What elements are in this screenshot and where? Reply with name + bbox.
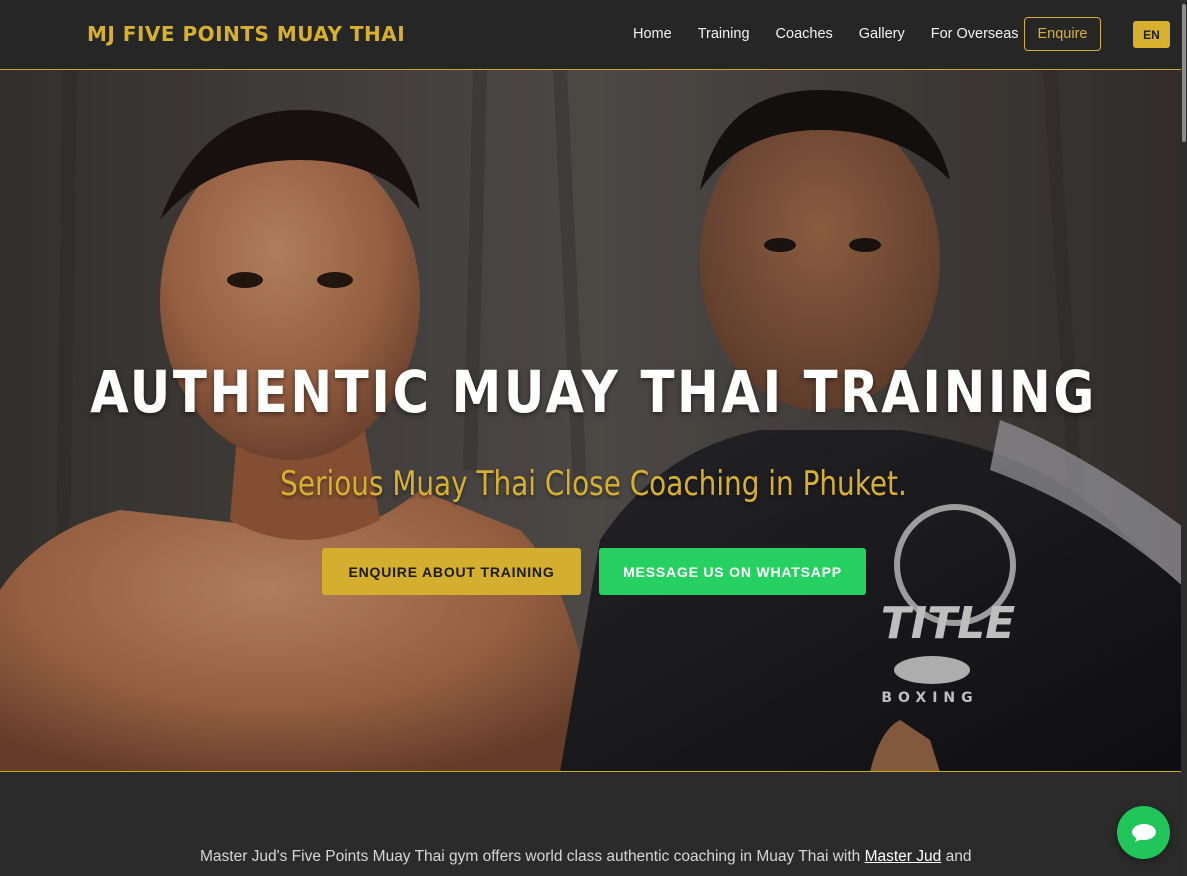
enquire-training-button[interactable]: ENQUIRE ABOUT TRAINING (322, 548, 581, 595)
nav-home-link[interactable]: Home (633, 26, 672, 42)
nav-coaches-link[interactable]: Coaches (776, 26, 833, 42)
nav-training-link[interactable]: Training (698, 26, 750, 42)
nav-gallery-link[interactable]: Gallery (859, 26, 905, 42)
nav-overseas-link[interactable]: For Overseas (931, 26, 1019, 42)
hero-title: AUTHENTIC MUAY THAI TRAINING (90, 358, 1097, 426)
main-nav-links: Home Training Coaches Gallery For Overse… (633, 26, 1045, 42)
chat-widget-button[interactable] (1117, 806, 1170, 859)
top-navigation-bar: MJ FIVE POINTS MUAY THAI Home Training C… (0, 0, 1187, 70)
intro-text-after: and (941, 848, 972, 865)
intro-text-before: Master Jud's Five Points Muay Thai gym o… (200, 848, 865, 865)
hero-subtitle: Serious Muay Thai Close Coaching in Phuk… (280, 464, 907, 504)
language-selector-button[interactable]: EN (1133, 21, 1170, 48)
scrollbar-thumb[interactable] (1182, 4, 1186, 142)
hero-section: TITLE BOXING AUTHENTIC MUAY THAI TRAININ… (0, 70, 1187, 772)
brand-logo-text[interactable]: MJ FIVE POINTS MUAY THAI (87, 22, 405, 46)
page-scrollbar[interactable] (1181, 0, 1187, 876)
enquire-button[interactable]: Enquire (1024, 17, 1101, 51)
master-jud-link[interactable]: Master Jud (865, 848, 942, 865)
intro-paragraph: Master Jud's Five Points Muay Thai gym o… (200, 848, 971, 866)
chat-bubble-icon (1131, 823, 1156, 842)
whatsapp-message-button[interactable]: MESSAGE US ON WHATSAPP (599, 548, 866, 595)
intro-section: Master Jud's Five Points Muay Thai gym o… (0, 773, 1187, 876)
